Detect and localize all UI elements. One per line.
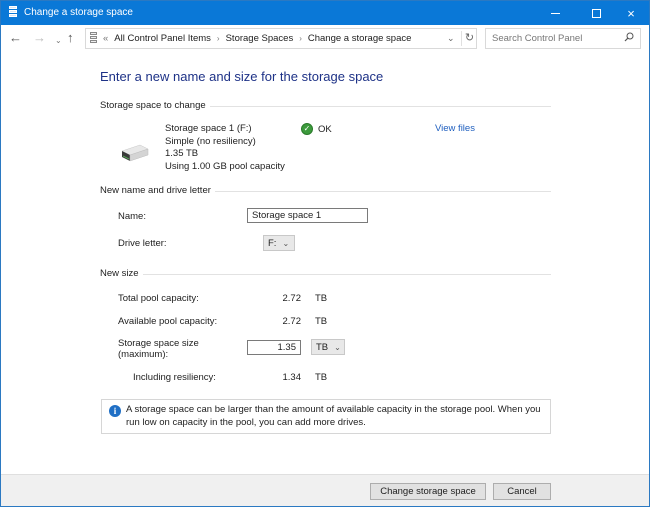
window-title: Change a storage space <box>24 7 133 18</box>
chevron-down-icon: ⌄ <box>334 342 341 352</box>
cancel-button[interactable]: Cancel <box>493 483 551 500</box>
breadcrumb: « All Control Panel Items › Storage Spaces ›… <box>103 33 411 44</box>
chevron-down-icon: ⌄ <box>282 238 290 248</box>
breadcrumb-item-change-storage-space[interactable]: Change a storage space <box>308 33 412 44</box>
change-storage-space-button[interactable]: Change storage space <box>370 483 486 500</box>
section-new-size: New size <box>100 268 551 280</box>
address-dropdown-icon[interactable]: ⌄ <box>447 33 455 44</box>
breadcrumb-separator[interactable]: › <box>217 34 220 43</box>
storage-size-label: Storage space size (maximum): <box>118 338 199 360</box>
navigation-bar: ← → ⌄ ↑ « All Control Panel Items › Storage… <box>1 25 649 53</box>
drive-letter-label: Drive letter: <box>118 238 167 249</box>
status-text: OK <box>318 123 332 135</box>
total-pool-label: Total pool capacity: <box>118 293 199 304</box>
section-storage-to-change: Storage space to change <box>100 100 551 112</box>
size-unit-select[interactable]: TB ⌄ <box>311 339 345 355</box>
maximize-button[interactable] <box>580 1 612 25</box>
view-files-link[interactable]: View files <box>435 123 475 134</box>
section-divider <box>100 274 551 275</box>
available-pool-unit: TB <box>315 316 328 327</box>
info-icon: i <box>109 405 121 417</box>
storage-size-input[interactable] <box>247 340 301 355</box>
section-label: Storage space to change <box>100 100 210 111</box>
minimize-icon <box>550 12 560 14</box>
drive-status: ✓ OK <box>301 123 332 135</box>
drive-letter-value: F: <box>268 237 277 249</box>
name-input[interactable] <box>247 208 368 223</box>
drive-name: Storage space 1 (F:) <box>165 123 252 134</box>
forward-button[interactable]: → <box>33 31 46 45</box>
page-heading: Enter a new name and size for the storag… <box>100 69 384 84</box>
up-button[interactable]: ↑ <box>67 31 74 45</box>
drive-size: 1.35 TB <box>165 148 199 159</box>
section-name-and-letter: New name and drive letter <box>100 185 551 197</box>
main-content: Enter a new name and size for the storag… <box>1 53 649 471</box>
back-button[interactable]: ← <box>9 31 22 45</box>
info-text: A storage space can be larger than the a… <box>126 404 541 428</box>
drive-icon <box>121 144 149 162</box>
drive-usage: Using 1.00 GB pool capacity <box>165 160 285 172</box>
minimize-button[interactable] <box>539 1 571 25</box>
section-label: New size <box>100 268 143 279</box>
available-pool-label: Available pool capacity: <box>118 316 218 327</box>
dialog-window: Change a storage space × ← → ⌄ ↑ « All Co… <box>0 0 650 507</box>
name-label: Name: <box>118 211 146 222</box>
search-input[interactable]: Search Control Panel <box>485 28 641 49</box>
including-resiliency-unit: TB <box>315 372 328 383</box>
search-placeholder: Search Control Panel <box>492 33 583 44</box>
drive-letter-select[interactable]: F: ⌄ <box>263 235 295 251</box>
search-icon <box>624 32 634 42</box>
control-panel-icon <box>90 32 97 45</box>
breadcrumb-separator[interactable]: › <box>299 34 302 43</box>
including-resiliency-value: 1.34 <box>282 372 302 383</box>
drive-details: Storage space 1 (F:) Simple (no resilien… <box>165 123 285 173</box>
address-bar[interactable]: « All Control Panel Items › Storage Spaces ›… <box>85 28 477 49</box>
including-resiliency-label: Including resiliency: <box>133 372 216 383</box>
recent-locations-button[interactable]: ⌄ <box>55 34 62 48</box>
maximize-icon <box>591 8 601 18</box>
size-unit-value: TB <box>316 341 329 353</box>
breadcrumb-overflow[interactable]: « <box>103 33 108 44</box>
dialog-footer: Change storage space Cancel <box>1 474 649 506</box>
total-pool-value: 2.72 <box>282 293 302 304</box>
close-icon: × <box>627 5 635 21</box>
storage-size-label-line2: (maximum): <box>118 349 169 360</box>
ok-check-icon: ✓ <box>301 123 313 135</box>
refresh-button[interactable]: ↻ <box>461 31 477 46</box>
info-box: i A storage space can be larger than the… <box>101 399 551 434</box>
title-bar: Change a storage space × <box>1 1 649 25</box>
breadcrumb-item-storage-spaces[interactable]: Storage Spaces <box>226 33 294 44</box>
storage-size-label-line1: Storage space size <box>118 338 199 349</box>
breadcrumb-item-control-panel[interactable]: All Control Panel Items <box>114 33 211 44</box>
storage-spaces-icon <box>9 6 17 19</box>
section-label: New name and drive letter <box>100 185 215 196</box>
close-button[interactable]: × <box>615 1 647 25</box>
total-pool-unit: TB <box>315 293 328 304</box>
available-pool-value: 2.72 <box>282 316 302 327</box>
drive-resiliency: Simple (no resiliency) <box>165 135 256 147</box>
